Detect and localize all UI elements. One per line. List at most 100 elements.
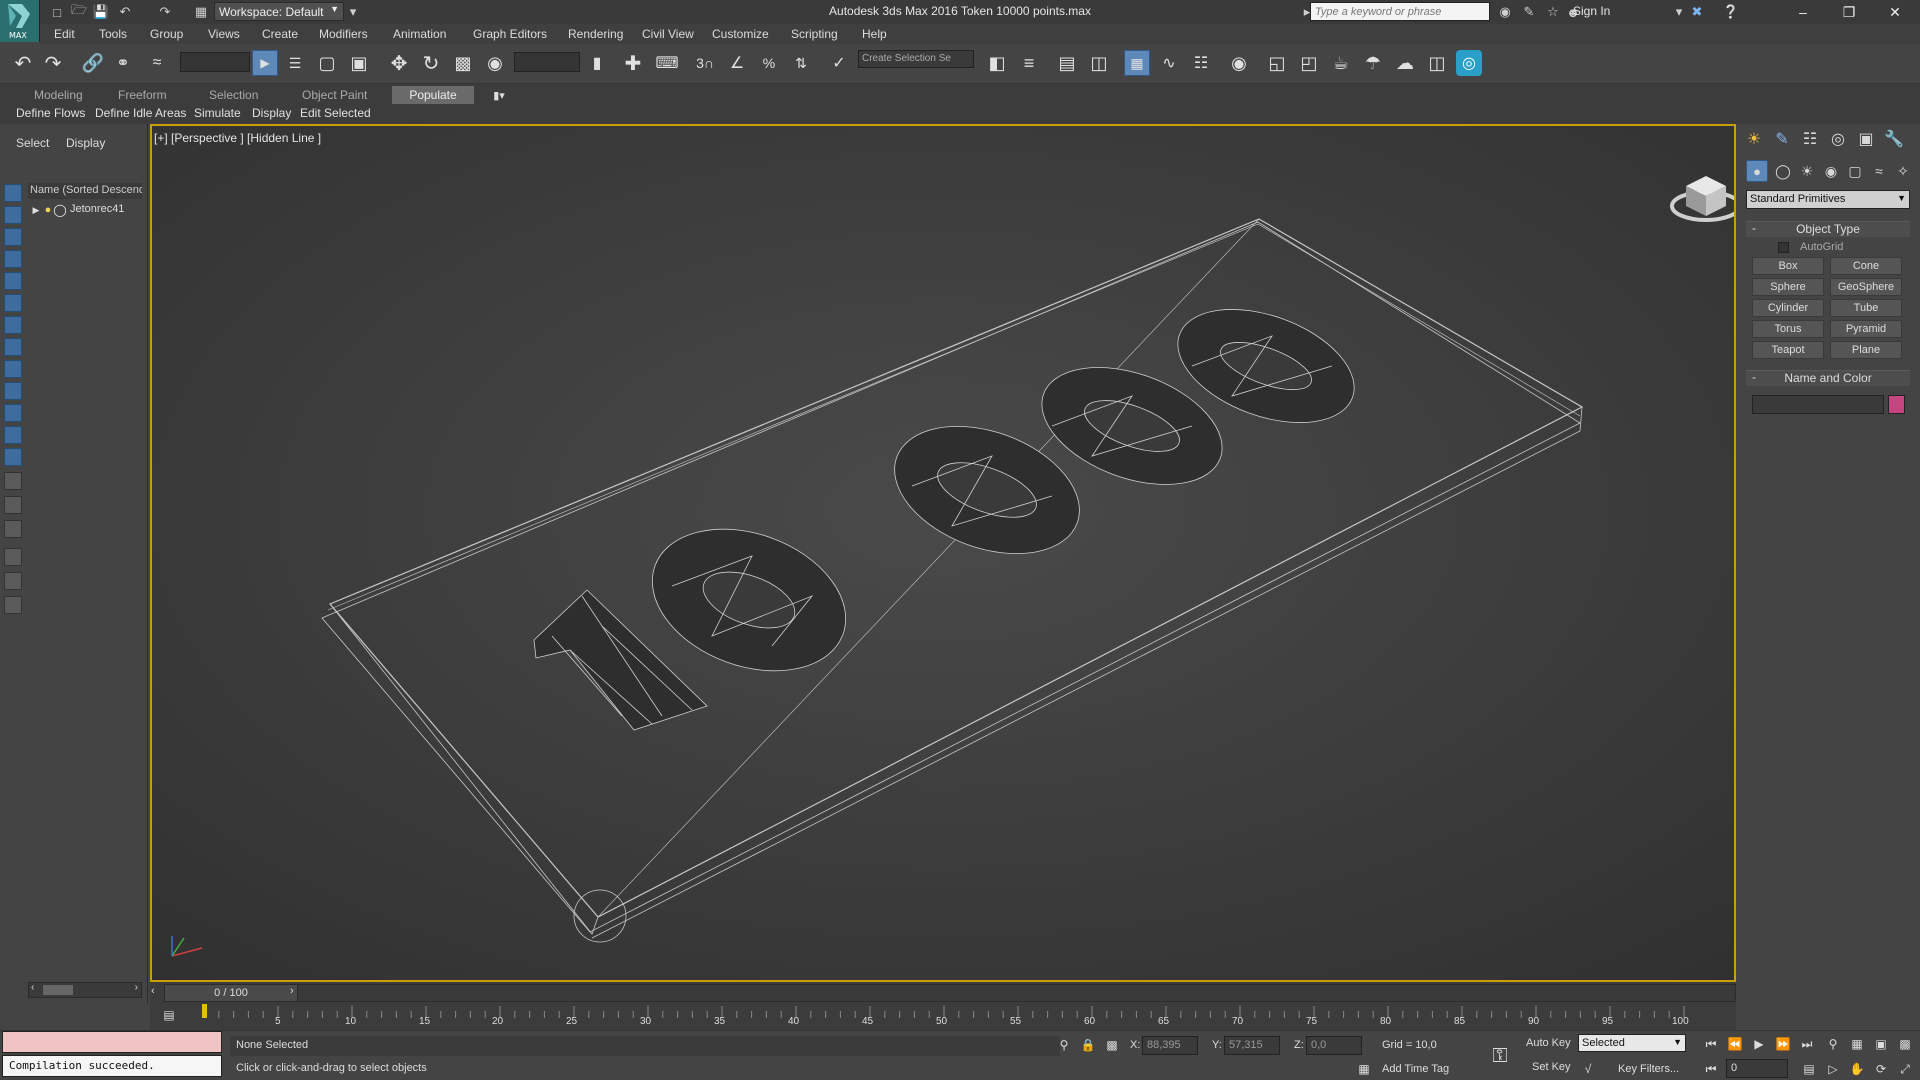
- menu-rendering[interactable]: Rendering: [568, 27, 623, 41]
- workspace-dropdown[interactable]: Workspace: Default ▼: [214, 2, 344, 21]
- display-none-icon[interactable]: [4, 184, 22, 202]
- render-in-cloud-icon[interactable]: ☁: [1392, 50, 1418, 76]
- explorer-tab-select[interactable]: Select: [16, 136, 49, 150]
- binoculars-icon[interactable]: ◉: [1496, 3, 1514, 21]
- minimize-icon[interactable]: –: [1780, 0, 1826, 24]
- ribbon-tab-freeform[interactable]: Freeform: [118, 88, 167, 102]
- tube-button[interactable]: Tube: [1830, 299, 1902, 317]
- pan-view-icon[interactable]: ✋: [1846, 1059, 1868, 1079]
- new-file-icon[interactable]: □: [48, 3, 66, 21]
- pivot-center-icon[interactable]: ▮: [584, 50, 610, 76]
- ribbon-tab-object-paint[interactable]: Object Paint: [302, 88, 367, 102]
- y-coordinate-field[interactable]: 57,315: [1224, 1036, 1280, 1055]
- layers-icon[interactable]: [4, 520, 22, 538]
- object-type-rollout[interactable]: - Object Type: [1746, 221, 1910, 237]
- key-mode-dropdown[interactable]: Selected ▼: [1578, 1034, 1686, 1052]
- schematic-view-icon[interactable]: ☷: [1188, 50, 1214, 76]
- move-icon[interactable]: ✥: [386, 50, 412, 76]
- next-frame-icon[interactable]: ⏩: [1772, 1034, 1794, 1054]
- subtab-display[interactable]: Display: [252, 106, 291, 120]
- edit-named-selection-icon[interactable]: ✓: [826, 50, 852, 76]
- subtab-define-flows[interactable]: Define Flows: [16, 106, 85, 120]
- select-object-icon[interactable]: ▶: [252, 50, 278, 76]
- display-containers-icon[interactable]: [4, 426, 22, 444]
- reference-coordinate-dropdown[interactable]: [514, 52, 580, 72]
- communication-center-icon[interactable]: ✎: [1520, 3, 1538, 21]
- project-folder-icon[interactable]: ▦: [192, 3, 210, 21]
- list-item[interactable]: ▶ ● ◯ Jetonrec41: [28, 202, 142, 218]
- display-tab-icon[interactable]: ▣: [1854, 128, 1878, 150]
- scroll-thumb[interactable]: [43, 985, 73, 995]
- key-tangent-icon[interactable]: √: [1580, 1060, 1596, 1078]
- material-editor-icon[interactable]: ◉: [1226, 50, 1252, 76]
- current-frame-field[interactable]: 0: [1726, 1059, 1788, 1078]
- display-geometry-icon[interactable]: [4, 228, 22, 246]
- slider-next-icon[interactable]: ›: [290, 985, 294, 997]
- selection-filter-dropdown[interactable]: [180, 52, 250, 72]
- keyboard-shortcut-override-icon[interactable]: ⌨: [654, 50, 680, 76]
- ribbon-options-icon[interactable]: ▮▾: [488, 87, 510, 103]
- object-name-field[interactable]: [1752, 395, 1884, 414]
- redo-icon[interactable]: ↷: [40, 50, 66, 76]
- previous-frame-icon[interactable]: ⏪: [1724, 1034, 1746, 1054]
- autogrid-checkbox[interactable]: [1778, 242, 1789, 253]
- zoom-extents-icon[interactable]: ▣: [1870, 1034, 1892, 1054]
- play-icon[interactable]: ▶: [1748, 1034, 1770, 1054]
- unlink-icon[interactable]: ⚭: [110, 50, 136, 76]
- scroll-right-icon[interactable]: ›: [135, 982, 138, 993]
- a360-gallery-icon[interactable]: ◎: [1456, 50, 1482, 76]
- viewport-label-menu[interactable]: [+] [Perspective ] [Hidden Line ]: [154, 131, 321, 145]
- display-xrefs-icon[interactable]: [4, 382, 22, 400]
- scale-icon[interactable]: ▩: [450, 50, 476, 76]
- geometry-category-icon[interactable]: ●: [1746, 160, 1768, 182]
- display-frozen-icon[interactable]: [4, 448, 22, 466]
- z-coordinate-field[interactable]: 0,0: [1306, 1036, 1362, 1055]
- display-shapes-icon[interactable]: [4, 250, 22, 268]
- menu-views[interactable]: Views: [208, 27, 240, 41]
- systems-category-icon[interactable]: ✧: [1892, 160, 1914, 182]
- pyramid-button[interactable]: Pyramid: [1830, 320, 1902, 338]
- spinner-snap-icon[interactable]: ⇅: [788, 50, 814, 76]
- field-of-view-icon[interactable]: ▷: [1822, 1059, 1844, 1079]
- key-filters-button[interactable]: Key Filters...: [1618, 1063, 1679, 1075]
- orbit-icon[interactable]: ⟳: [1870, 1059, 1892, 1079]
- rendered-frame-window-icon[interactable]: ◰: [1296, 50, 1322, 76]
- set-keys-key-icon[interactable]: ⚿: [1486, 1044, 1514, 1068]
- modify-tab-icon[interactable]: ✎: [1770, 128, 1794, 150]
- favorites-star-icon[interactable]: ☆: [1544, 3, 1562, 21]
- teapot-button[interactable]: Teapot: [1752, 341, 1824, 359]
- plane-button[interactable]: Plane: [1830, 341, 1902, 359]
- menu-customize[interactable]: Customize: [712, 27, 769, 41]
- shapes-category-icon[interactable]: ◯: [1772, 160, 1794, 182]
- display-helpers-icon[interactable]: [4, 316, 22, 334]
- ribbon-tab-modeling[interactable]: Modeling: [34, 88, 83, 102]
- render-production-icon[interactable]: ☕: [1328, 50, 1354, 76]
- undo-icon[interactable]: ↶: [10, 50, 36, 76]
- placement-icon[interactable]: ◉: [482, 50, 508, 76]
- auto-key-button[interactable]: Auto Key: [1526, 1037, 1571, 1049]
- helpers-category-icon[interactable]: ▢: [1844, 160, 1866, 182]
- menu-graph-editors[interactable]: Graph Editors: [473, 27, 547, 41]
- time-slider-thumb[interactable]: 0 / 100: [164, 984, 298, 1002]
- sign-in-dropdown-icon[interactable]: ▾: [1670, 3, 1688, 21]
- percent-snap-icon[interactable]: %: [756, 50, 782, 76]
- rotate-icon[interactable]: ↻: [418, 50, 444, 76]
- key-mode-toggle-icon[interactable]: ⏮: [1700, 1059, 1722, 1079]
- expand-arrow-icon[interactable]: ▶: [31, 203, 41, 217]
- scroll-left-icon[interactable]: ‹: [31, 982, 34, 993]
- primitive-type-dropdown[interactable]: Standard Primitives ▼: [1746, 190, 1910, 209]
- menu-edit[interactable]: Edit: [54, 27, 75, 41]
- maxscript-listener-output[interactable]: Compilation succeeded.: [2, 1055, 222, 1077]
- add-time-tag-button[interactable]: Add Time Tag: [1382, 1063, 1449, 1075]
- snaps-toggle-icon[interactable]: 3∩: [692, 50, 718, 76]
- display-space-warps-icon[interactable]: [4, 338, 22, 356]
- zoom-icon[interactable]: ⚲: [1822, 1034, 1844, 1054]
- go-to-start-icon[interactable]: ⏮: [1700, 1034, 1722, 1054]
- undo-quick-icon[interactable]: ↶: [116, 3, 134, 21]
- subtab-simulate[interactable]: Simulate: [194, 106, 241, 120]
- maxscript-listener-input[interactable]: [2, 1031, 222, 1053]
- display-bones-icon[interactable]: [4, 404, 22, 422]
- cone-button[interactable]: Cone: [1830, 257, 1902, 275]
- slider-prev-icon[interactable]: ‹: [151, 985, 155, 997]
- layer-explorer-icon[interactable]: ▤: [1054, 50, 1080, 76]
